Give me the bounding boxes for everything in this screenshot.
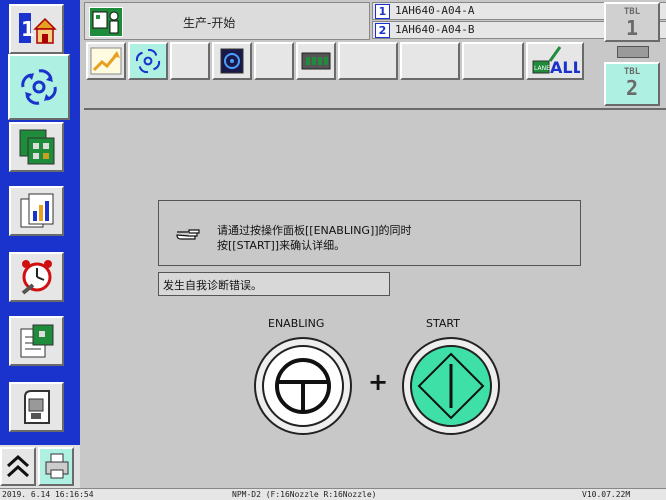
pcb-data-icon xyxy=(19,129,54,165)
lane-1-name: 1AH640-A04-A xyxy=(395,4,475,17)
tool-trend-button[interactable] xyxy=(86,42,126,80)
plus-sign: + xyxy=(368,368,389,396)
instruction-line-1: 请通过按操作面板[[ENABLING]]的同时 xyxy=(217,224,412,237)
error-message-text: 发生自我诊断错误。 xyxy=(163,279,262,292)
production-status-cell[interactable]: 生产-开始 xyxy=(84,2,370,40)
lane-all-label: ALL xyxy=(550,58,580,77)
status-version: V10.07.22M xyxy=(582,490,631,499)
nozzle-unit-icon xyxy=(220,48,244,74)
lane-1-number: 1 xyxy=(375,4,390,19)
nav-board-list-button[interactable] xyxy=(9,316,64,366)
lane-all-icon: LANE ALL xyxy=(532,46,580,77)
start-button-icon xyxy=(402,337,500,435)
status-datetime: 2019. 6.14 16:16:54 xyxy=(2,490,94,499)
left-nav: 1 xyxy=(0,0,80,488)
nav-bottom-bar xyxy=(0,445,80,488)
machine-icon xyxy=(23,390,50,424)
tool-feeder-button[interactable] xyxy=(296,42,336,80)
start-label: START xyxy=(426,317,460,330)
tool-nozzle-button[interactable] xyxy=(212,42,252,80)
enabling-button-icon xyxy=(254,337,352,435)
production-status-text: 生产-开始 xyxy=(183,16,236,30)
table-2-number: 2 xyxy=(625,76,639,100)
production-icon xyxy=(21,69,57,105)
double-chevron-up-icon xyxy=(6,454,30,478)
enabling-label: ENABLING xyxy=(268,317,325,330)
table-1-number: 1 xyxy=(625,16,639,40)
tool-lane-all-button[interactable]: LANE ALL xyxy=(526,42,584,80)
maintenance-clock-icon xyxy=(21,260,52,295)
lane-label: LANE xyxy=(534,65,550,72)
table-2-button[interactable]: TBL 2 xyxy=(604,62,660,106)
table-1-button[interactable]: TBL 1 xyxy=(604,2,660,42)
report-icon xyxy=(20,193,53,228)
main-panel: 请通过按操作面板[[ENABLING]]的同时 按[[START]]来确认详细。… xyxy=(84,108,666,488)
board-list-icon xyxy=(20,324,53,358)
tool-production-button[interactable] xyxy=(128,42,168,80)
top-header: 生产-开始 1 1AH640-A04-A 2 1AH640-A04-B LANE… xyxy=(80,0,666,88)
nav-machine-button[interactable] xyxy=(9,382,64,432)
home-icon: 1 xyxy=(18,13,57,44)
status-machine: NPM-D2 (F:16Nozzle R:16Nozzle) xyxy=(232,490,377,499)
tool-blank-3[interactable] xyxy=(338,42,398,80)
nav-home-button[interactable]: 1 xyxy=(9,4,64,54)
table-link-icon xyxy=(617,46,649,58)
nav-pcb-data-button[interactable] xyxy=(9,122,64,172)
nav-report-button[interactable] xyxy=(9,186,64,236)
function-toolbar: LANE ALL xyxy=(84,42,604,82)
printer-icon xyxy=(45,453,69,479)
lane-2-name: 1AH640-A04-B xyxy=(395,23,475,36)
tool-blank-1[interactable] xyxy=(170,42,210,80)
error-message-box: 发生自我诊断错误。 xyxy=(158,272,390,296)
status-bar: 2019. 6.14 16:16:54 NPM-D2 (F:16Nozzle R… xyxy=(0,488,666,500)
tool-blank-5[interactable] xyxy=(462,42,524,80)
tool-blank-2[interactable] xyxy=(254,42,294,80)
feeder-bank-icon xyxy=(301,52,331,70)
instruction-message-box: 请通过按操作面板[[ENABLING]]的同时 按[[START]]来确认详细。 xyxy=(158,200,581,266)
nav-production-button[interactable] xyxy=(8,54,70,120)
print-button[interactable] xyxy=(38,447,74,486)
lane-2-number: 2 xyxy=(375,23,390,38)
pointing-hand-icon xyxy=(176,229,200,240)
home-number: 1 xyxy=(21,17,35,41)
scroll-up-button[interactable] xyxy=(0,447,36,486)
instruction-line-2: 按[[START]]来确认详细。 xyxy=(217,239,346,252)
production-icon xyxy=(135,48,161,74)
nav-maintenance-button[interactable] xyxy=(9,252,64,302)
trend-arrow-icon xyxy=(90,47,122,75)
production-board-icon xyxy=(89,7,123,37)
tool-blank-4[interactable] xyxy=(400,42,460,80)
